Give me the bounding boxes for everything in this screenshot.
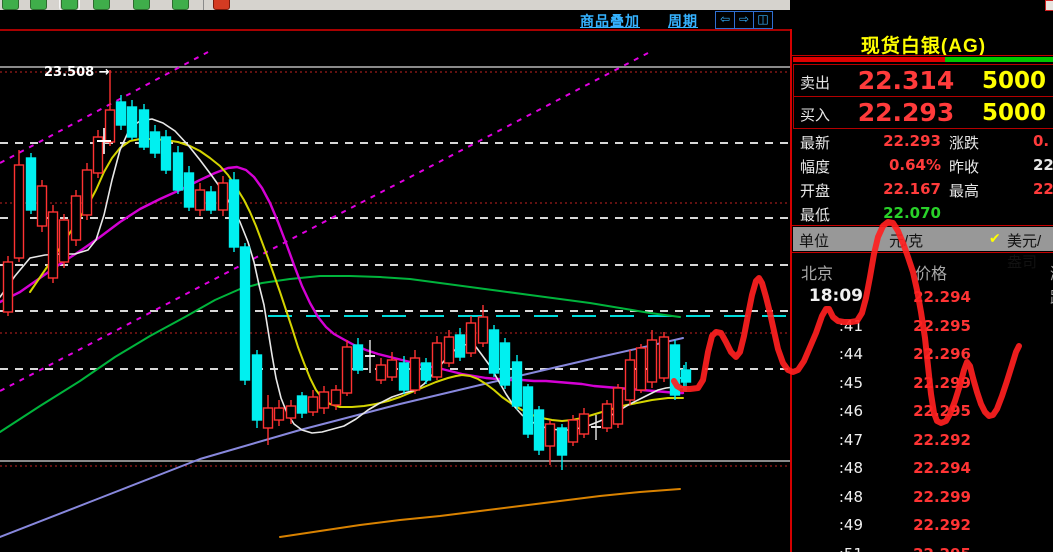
toolbar-button[interactable] bbox=[133, 0, 150, 10]
unit-label: 单位 bbox=[799, 230, 829, 251]
info-row: 最低 22.070 bbox=[793, 201, 1053, 225]
sell-quantity: 5000 bbox=[982, 68, 1046, 94]
toolbar-button[interactable] bbox=[61, 0, 78, 10]
tick-price: 22.292 bbox=[883, 516, 971, 534]
tick-time: :51 bbox=[801, 545, 863, 552]
sell-label: 卖出 bbox=[800, 72, 830, 93]
tick-row: :48 22.299 bbox=[793, 483, 1053, 511]
divider bbox=[792, 55, 1053, 56]
tick-time: :48 bbox=[801, 488, 863, 506]
tick-header-price: 价格 bbox=[915, 260, 947, 284]
quote-info-box: 最新 22.293 涨跌 0. 幅度 0.64% 昨收 22. 开盘 22.167 最高 22. 最低 2… bbox=[793, 129, 1053, 225]
toolbar-separator bbox=[203, 0, 204, 10]
candlestick-chart[interactable]: 23.508 → bbox=[0, 31, 790, 552]
tick-row: :48 22.294 bbox=[793, 454, 1053, 482]
toolbar-button[interactable] bbox=[213, 0, 230, 10]
tick-time: :45 bbox=[801, 374, 863, 392]
tick-row: :51 22.295 bbox=[793, 540, 1053, 552]
tick-price: 22.299 bbox=[883, 374, 971, 392]
info-label: 最低 bbox=[800, 204, 830, 225]
toolbar-button[interactable] bbox=[93, 0, 110, 10]
arrow-left-icon[interactable]: ⇦ bbox=[715, 11, 735, 29]
tick-price: 22.294 bbox=[883, 288, 971, 306]
info-value: 22.070 bbox=[853, 204, 941, 222]
tick-price: 22.295 bbox=[883, 545, 971, 552]
tick-header-time: 北京 bbox=[801, 260, 833, 284]
overlay-compare-link[interactable]: 商品叠加 bbox=[580, 11, 640, 31]
divider bbox=[792, 225, 1053, 226]
toolbar-button[interactable] bbox=[2, 0, 19, 10]
buy-quantity: 5000 bbox=[982, 100, 1046, 126]
tick-time: 18:09 bbox=[801, 286, 863, 306]
info-row: 幅度 0.64% 昨收 22. bbox=[793, 153, 1053, 177]
info-label: 开盘 bbox=[800, 180, 830, 201]
tick-table: 18:0922.294:4122.295:4422.296:4522.299:4… bbox=[793, 283, 1053, 552]
tick-table-header: 北京 价格 涨跌 bbox=[793, 255, 1053, 283]
unit-selector-bar: 单位 元/克 ✔ 美元/盎司 bbox=[793, 227, 1053, 251]
info-value-clipped: 22. bbox=[1033, 156, 1053, 174]
tick-row: :46 22.295 bbox=[793, 397, 1053, 425]
toolbar-button[interactable] bbox=[30, 0, 47, 10]
split-window-icon[interactable]: ◫ bbox=[753, 11, 773, 29]
tick-price: 22.295 bbox=[883, 317, 971, 335]
info-value: 22.293 bbox=[853, 132, 941, 150]
instrument-title: 现货白银(AG) bbox=[792, 31, 1053, 58]
info-row: 最新 22.293 涨跌 0. bbox=[793, 129, 1053, 153]
info-label: 最新 bbox=[800, 132, 830, 153]
buy-sell-ratio-green bbox=[945, 57, 1053, 62]
tick-time: :47 bbox=[801, 431, 863, 449]
info-label: 幅度 bbox=[800, 156, 830, 177]
tick-price: 22.294 bbox=[883, 459, 971, 477]
tick-row: 18:09 22.294 bbox=[793, 283, 1053, 311]
info-value: 0.64% bbox=[853, 156, 941, 174]
chart-header-bar: 商品叠加 周期 ⇦ ⇨ ◫ bbox=[0, 10, 790, 29]
tick-price: 22.292 bbox=[883, 431, 971, 449]
trading-app-window: { "toolbar": { "buttons": [ {"x":2,"c":"… bbox=[0, 0, 1053, 552]
buy-label: 买入 bbox=[800, 104, 830, 125]
buy-row: 买入 22.293 5000 bbox=[793, 96, 1053, 129]
tick-row: :41 22.295 bbox=[793, 312, 1053, 340]
divider bbox=[792, 252, 1053, 253]
sell-price: 22.314 bbox=[846, 66, 966, 95]
price-level-label: 23.508 → bbox=[44, 65, 110, 80]
info-label: 最高 bbox=[949, 180, 979, 201]
info-value-clipped: 22. bbox=[1033, 180, 1053, 198]
tick-time: :44 bbox=[801, 345, 863, 363]
info-label: 昨收 bbox=[949, 156, 979, 177]
tick-price: 22.299 bbox=[883, 488, 971, 506]
quote-panel: 现货白银(AG) 卖出 22.314 5000 买入 22.293 5000 最… bbox=[790, 29, 1053, 552]
unit-option-gram[interactable]: 元/克 bbox=[889, 230, 923, 251]
tick-time: :48 bbox=[801, 459, 863, 477]
buy-price: 22.293 bbox=[846, 98, 966, 127]
top-toolbar bbox=[0, 0, 790, 10]
info-value-clipped: 0. bbox=[1033, 132, 1049, 150]
info-row: 开盘 22.167 最高 22. bbox=[793, 177, 1053, 201]
tick-price: 22.295 bbox=[883, 402, 971, 420]
tick-time: :46 bbox=[801, 402, 863, 420]
info-value: 22.167 bbox=[853, 180, 941, 198]
tick-row: :47 22.292 bbox=[793, 426, 1053, 454]
buy-sell-ratio-red bbox=[793, 57, 945, 62]
toolbar-button[interactable] bbox=[172, 0, 189, 10]
period-link[interactable]: 周期 bbox=[668, 11, 698, 31]
toolbar-close-button[interactable] bbox=[1045, 0, 1053, 11]
tick-price: 22.296 bbox=[883, 345, 971, 363]
sell-row: 卖出 22.314 5000 bbox=[793, 64, 1053, 97]
tick-row: :44 22.296 bbox=[793, 340, 1053, 368]
tick-row: :49 22.292 bbox=[793, 511, 1053, 539]
tick-time: :41 bbox=[801, 317, 863, 335]
tick-row: :45 22.299 bbox=[793, 369, 1053, 397]
tick-time: :49 bbox=[801, 516, 863, 534]
check-icon: ✔ bbox=[989, 230, 1001, 247]
info-label: 涨跌 bbox=[949, 132, 979, 153]
arrow-right-icon[interactable]: ⇨ bbox=[734, 11, 754, 29]
